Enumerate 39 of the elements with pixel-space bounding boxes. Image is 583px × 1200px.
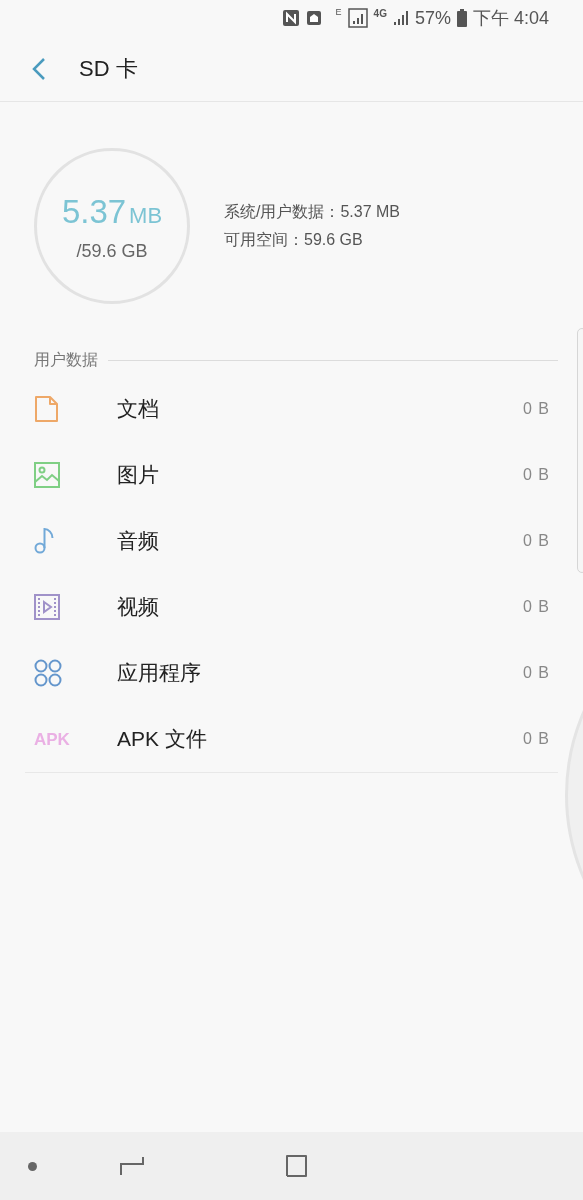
category-label: 应用程序 [117,660,202,687]
signal-icon [347,8,368,28]
category-size: 0 B [523,597,550,617]
category-label: 音频 [117,528,160,555]
category-size: 0 B [523,465,550,485]
category-row[interactable]: 图片 0 B [25,442,558,508]
house-icon [305,10,322,26]
apk-icon: APK [34,730,70,748]
category-label: APK 文件 [117,726,208,753]
category-label: 视频 [117,594,160,621]
category-row[interactable]: 音频 0 B [25,508,558,574]
back-icon [32,56,46,81]
category-label: 文档 [117,396,160,423]
nav-dot-button[interactable] [26,1160,38,1172]
total-capacity: /59.6 GB [76,240,148,264]
category-label: 图片 [117,462,160,489]
category-row[interactable]: 文档 0 B [25,376,558,442]
battery-percent: 57% [414,6,451,30]
storage-info: 系统/用户数据：5.37 MB [224,202,401,222]
section-header: 用户数据 [34,350,98,370]
clock: 下午 4:04 [472,6,549,30]
category-size: 0 B [523,663,550,683]
signal-icon [392,10,409,26]
category-row[interactable]: 应用程序 0 B [25,640,558,706]
category-size: 0 B [523,531,550,551]
category-size: 0 B [523,729,550,749]
used-amount: 5.37 [61,191,127,232]
category-row[interactable]: 视频 0 B [25,574,558,640]
storage-info: 可用空间：59.6 GB [224,230,364,250]
used-unit: MB [129,201,163,230]
battery-icon [456,9,467,27]
recents-icon [120,1155,144,1177]
network-type: E [335,6,342,19]
page-title: SD 卡 [79,55,138,83]
network-type: 4G [373,7,387,21]
category-size: 0 B [523,399,550,419]
category-row[interactable]: APK APK 文件 0 B [25,706,558,772]
home-square-icon [284,1154,308,1178]
nfc-icon [281,9,300,27]
